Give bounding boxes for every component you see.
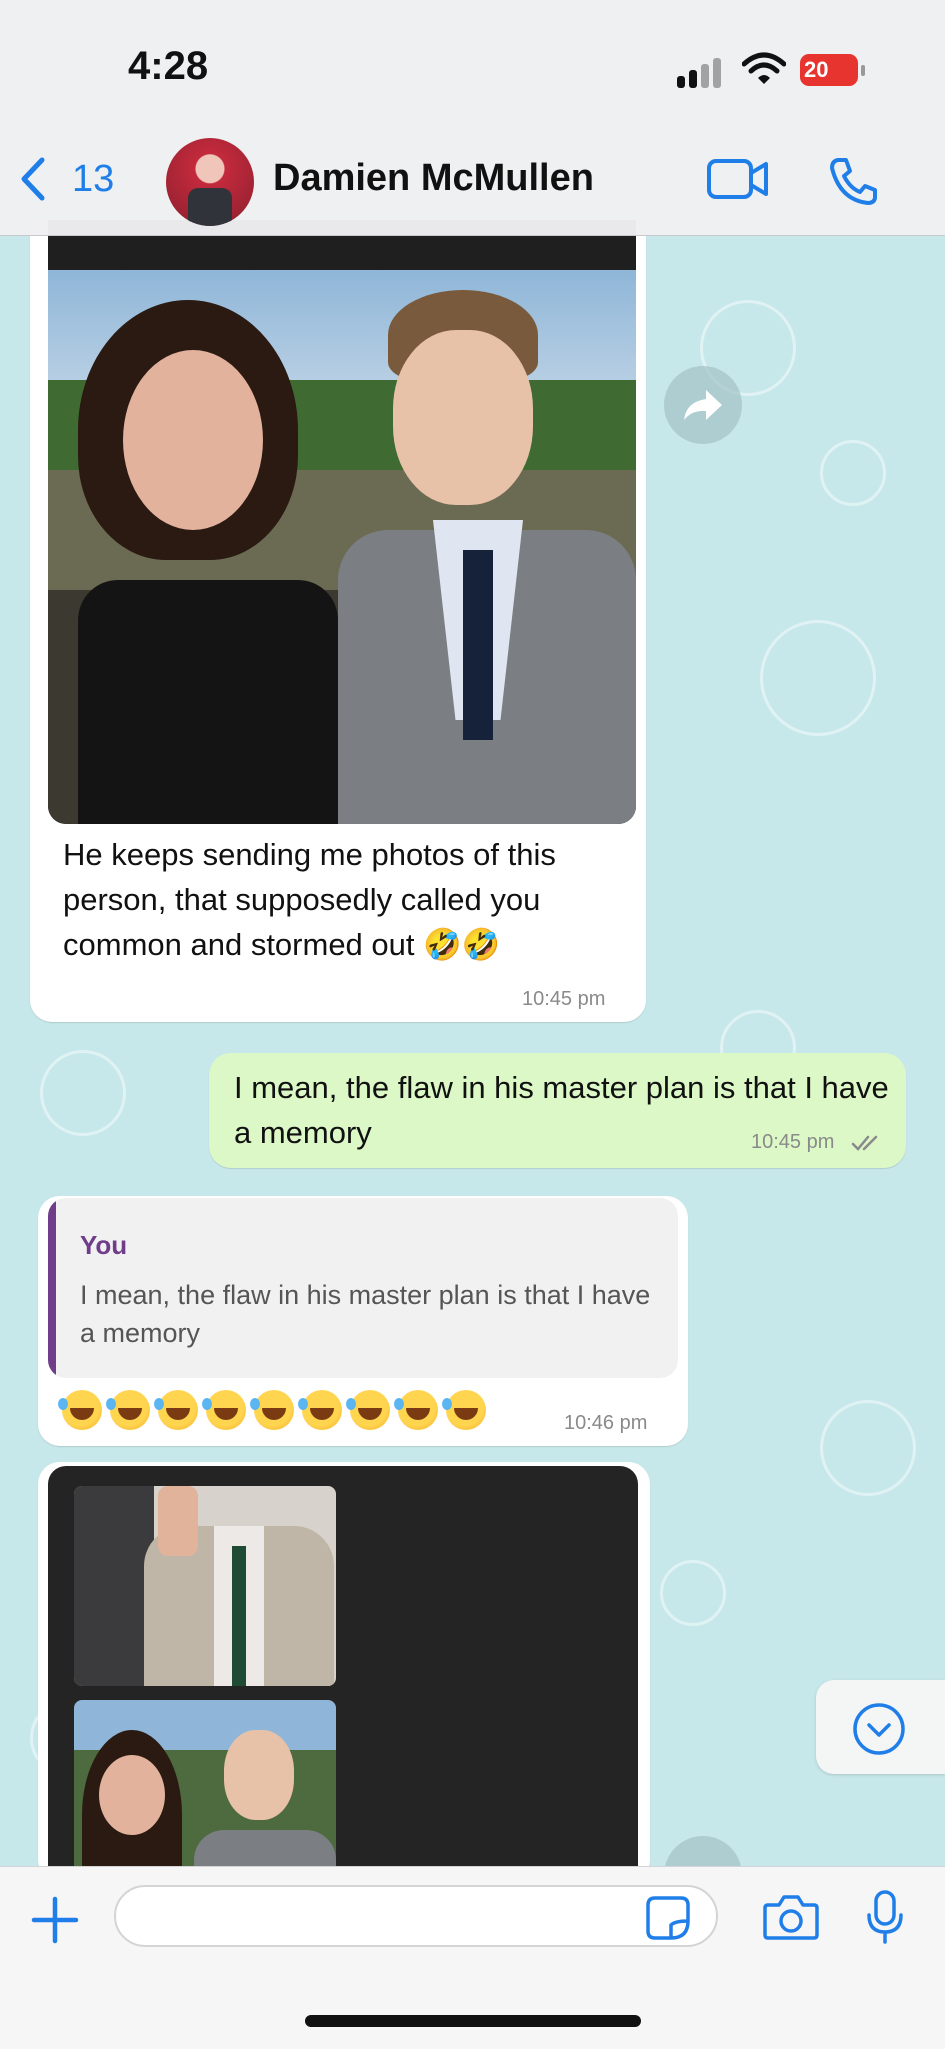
rofl-emoji-icon: [346, 1390, 390, 1430]
chevron-left-icon: [21, 157, 45, 201]
grid-photo-1[interactable]: [74, 1486, 336, 1686]
forward-arrow-icon: [684, 390, 722, 420]
rofl-emoji-icon: [298, 1390, 342, 1430]
grid-photo-2[interactable]: [74, 1700, 336, 1886]
camera-icon[interactable]: [762, 1893, 820, 1941]
photo-grid: [48, 1466, 638, 1886]
rofl-emoji-icon: [394, 1390, 438, 1430]
message-composer: [0, 1866, 945, 2049]
message-input[interactable]: [114, 1885, 718, 1947]
video-camera-icon[interactable]: [706, 156, 770, 202]
incoming-photo-grid-message[interactable]: [38, 1462, 650, 1886]
status-time: 4:28: [128, 44, 209, 88]
emoji-reply-text: 🤣🤣🤣🤣🤣🤣🤣🤣🤣: [58, 1390, 486, 1430]
back-button[interactable]: 13: [18, 156, 114, 202]
person-left: [58, 280, 358, 824]
cellular-signal-icon: [677, 58, 729, 88]
rofl-emoji-icon: [58, 1390, 102, 1430]
double-check-icon: [851, 1135, 878, 1151]
unread-count: 13: [72, 157, 115, 200]
scroll-to-bottom-button[interactable]: [816, 1680, 945, 1774]
selfie-photo[interactable]: [48, 220, 636, 824]
phone-icon[interactable]: [828, 156, 878, 206]
contact-name[interactable]: Damien McMullen: [273, 157, 594, 200]
rofl-emoji-icon: [106, 1390, 150, 1430]
quoted-message[interactable]: You I mean, the flaw in his master plan …: [48, 1198, 678, 1378]
chat-header: 4:28 20 13 Damien McMullen: [0, 0, 945, 236]
battery-indicator: 20: [800, 54, 865, 86]
rofl-emoji-icon: [250, 1390, 294, 1430]
microphone-icon[interactable]: [864, 1889, 906, 1945]
home-indicator: [305, 2015, 641, 2027]
chevron-down-circle-icon: [853, 1703, 905, 1755]
message-time: 10:45 pm: [751, 1131, 835, 1153]
quote-author: You: [80, 1230, 128, 1260]
sticker-icon[interactable]: [645, 1895, 691, 1941]
forward-button[interactable]: [664, 366, 742, 444]
rofl-emoji-icon: [154, 1390, 198, 1430]
wifi-icon: [742, 52, 786, 84]
message-time: 10:45 pm: [522, 988, 606, 1010]
outgoing-text-message[interactable]: I mean, the flaw in his master plan is t…: [209, 1053, 906, 1168]
quote-accent-bar: [48, 1198, 56, 1378]
incoming-photo-message[interactable]: He keeps sending me photos of this perso…: [30, 220, 646, 1022]
plus-icon[interactable]: [30, 1895, 80, 1945]
rofl-emoji-icon: [202, 1390, 246, 1430]
emoji-text: 🤣🤣🤣🤣🤣🤣🤣🤣🤣: [62, 1390, 63, 1391]
person-right: [328, 280, 636, 824]
message-time: 10:46 pm: [564, 1412, 648, 1434]
quote-text: I mean, the flaw in his master plan is t…: [80, 1280, 651, 1348]
rofl-emoji-icon: [442, 1390, 486, 1430]
photo-caption: He keeps sending me photos of this perso…: [63, 837, 556, 962]
contact-avatar[interactable]: [166, 138, 254, 226]
